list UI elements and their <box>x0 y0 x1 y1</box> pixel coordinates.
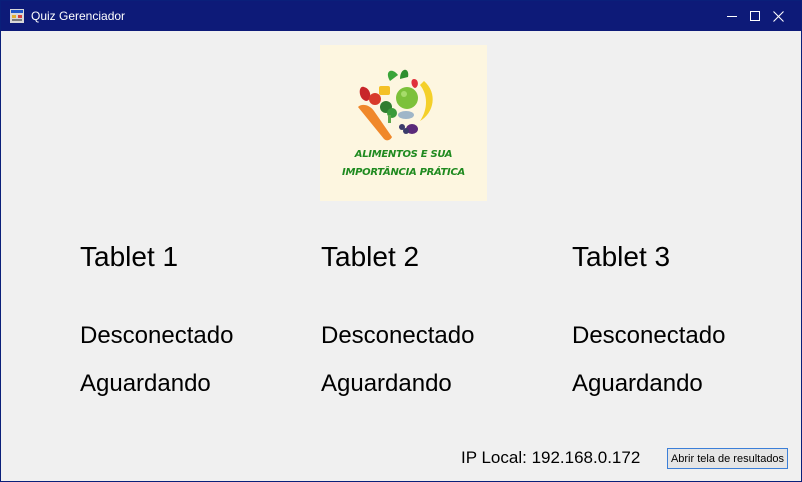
logo-text-line1: ALIMENTOS E SUA <box>354 149 453 160</box>
open-results-button[interactable]: Abrir tela de resultados <box>667 448 788 469</box>
client-area: ALIMENTOS E SUA IMPORTÂNCIA PRÁTICA Tabl… <box>1 31 801 481</box>
tablet-3-connection: Desconectado <box>572 322 726 349</box>
tablet-1-state: Aguardando <box>80 370 211 397</box>
close-icon <box>772 10 784 22</box>
quiz-logo: ALIMENTOS E SUA IMPORTÂNCIA PRÁTICA <box>320 45 487 201</box>
tablet-3-title: Tablet 3 <box>572 241 671 272</box>
app-icon <box>10 9 24 23</box>
title-bar[interactable]: Quiz Gerenciador <box>1 1 801 31</box>
window-title: Quiz Gerenciador <box>31 9 126 23</box>
tablet-3-state: Aguardando <box>572 370 703 397</box>
open-results-button-label: Abrir tela de resultados <box>670 452 785 465</box>
tablet-1-connection: Desconectado <box>80 322 234 349</box>
logo-text-line2: IMPORTÂNCIA PRÁTICA <box>342 167 465 178</box>
main-window: Quiz Gerenciador ALIMENTOS E SUA IMPORTÂ… <box>0 0 802 482</box>
tablet-2-state: Aguardando <box>321 370 452 397</box>
tablet-2-title: Tablet 2 <box>321 241 420 272</box>
close-button[interactable] <box>755 1 801 31</box>
food-heart-illustration <box>358 69 433 141</box>
tablet-2-connection: Desconectado <box>321 322 475 349</box>
local-ip-label: IP Local: 192.168.0.172 <box>461 448 641 467</box>
tablet-1-title: Tablet 1 <box>80 241 179 272</box>
